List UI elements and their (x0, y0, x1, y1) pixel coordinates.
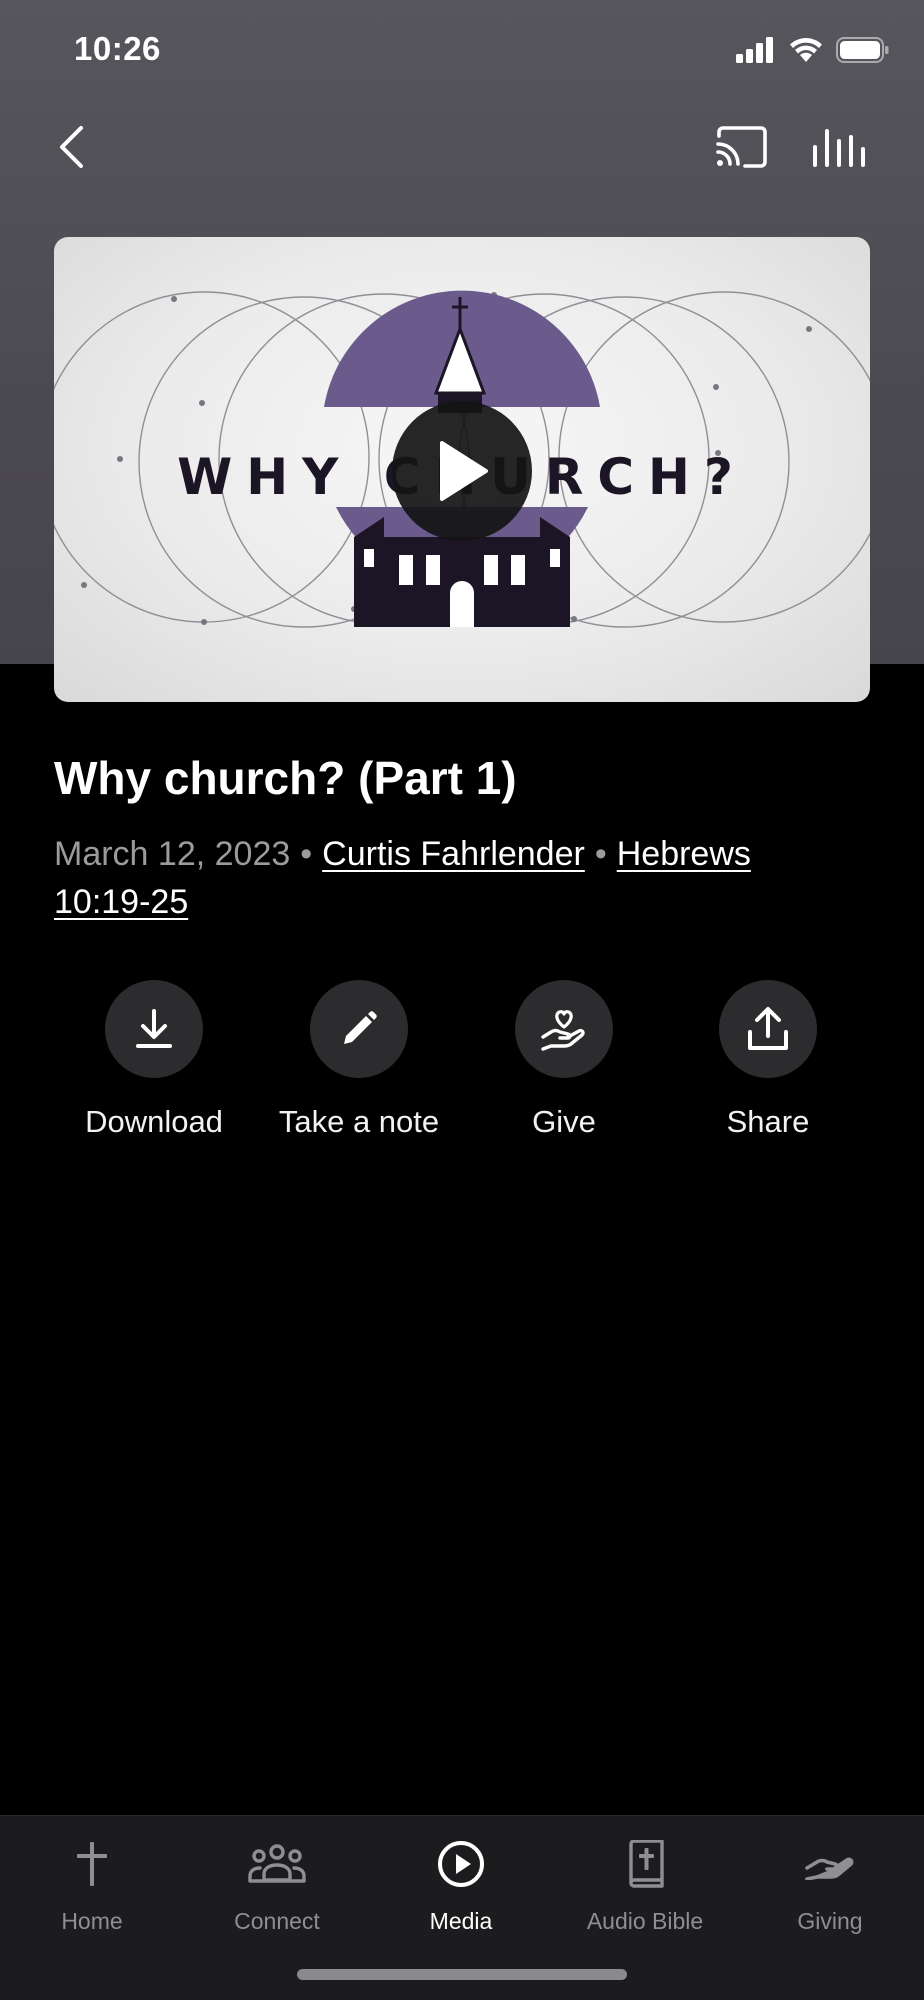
tab-giving[interactable]: Giving (738, 1834, 922, 1935)
wifi-icon (790, 38, 822, 62)
share-icon (748, 1007, 788, 1050)
note-circle[interactable] (310, 980, 408, 1078)
separator-dot: • (300, 835, 313, 873)
episode-meta: March 12, 2023 • Curtis Fahrlender • Hebrews… (54, 830, 854, 926)
pencil-icon (344, 1011, 377, 1044)
cross-icon (62, 1834, 122, 1894)
heart-hand-icon (541, 1010, 585, 1051)
action-row: Download Take a note Give Share (0, 980, 924, 1140)
share-label: Share (726, 1104, 810, 1139)
tab-media[interactable]: Media (369, 1834, 553, 1935)
battery-icon (836, 37, 889, 63)
separator-dot: • (594, 835, 607, 873)
share-circle[interactable] (719, 980, 817, 1078)
audio-levels-button[interactable] (806, 119, 872, 175)
episode-date: March 12, 2023 (54, 835, 291, 873)
nav-bar (0, 105, 924, 189)
status-icons (736, 36, 890, 64)
people-icon (247, 1834, 307, 1894)
cast-icon (716, 126, 767, 168)
tab-audio-bible-label: Audio Bible (586, 1908, 704, 1934)
home-indicator[interactable] (297, 1969, 627, 1980)
download-button[interactable]: Download (54, 980, 254, 1140)
bible-icon (615, 1834, 675, 1894)
give-circle[interactable] (515, 980, 613, 1078)
video-thumbnail[interactable]: WHY CHURCH? (54, 237, 870, 702)
share-button[interactable]: Share (668, 980, 868, 1140)
audio-bars-icon (813, 129, 865, 167)
take-a-note-label: Take a note (278, 1104, 440, 1139)
tab-home-label: Home (61, 1908, 123, 1934)
download-icon (136, 1009, 172, 1048)
download-label: Download (85, 1104, 223, 1139)
tab-media-label: Media (429, 1908, 493, 1934)
speaker-link[interactable]: Curtis Fahrlender (322, 835, 585, 873)
give-label: Give (532, 1104, 596, 1139)
tab-connect[interactable]: Connect (185, 1834, 369, 1935)
tab-giving-label: Giving (797, 1908, 863, 1934)
giving-hand-icon (800, 1834, 860, 1894)
tab-home[interactable]: Home (0, 1834, 184, 1935)
tab-audio-bible[interactable]: Audio Bible (553, 1834, 737, 1935)
take-a-note-button[interactable]: Take a note (259, 980, 459, 1140)
play-icon (440, 441, 488, 501)
tab-connect-label: Connect (234, 1908, 320, 1934)
give-button[interactable]: Give (464, 980, 664, 1140)
cast-button[interactable] (708, 119, 774, 175)
chevron-left-icon (60, 126, 83, 168)
back-button[interactable] (44, 119, 100, 175)
episode-title: Why church? (Part 1) (54, 752, 517, 804)
cellular-signal-icon (736, 37, 773, 63)
play-circle-icon (431, 1834, 491, 1894)
download-circle[interactable] (105, 980, 203, 1078)
status-bar: 10:26 (0, 0, 924, 100)
play-button[interactable] (392, 401, 532, 541)
status-time: 10:26 (74, 30, 161, 67)
